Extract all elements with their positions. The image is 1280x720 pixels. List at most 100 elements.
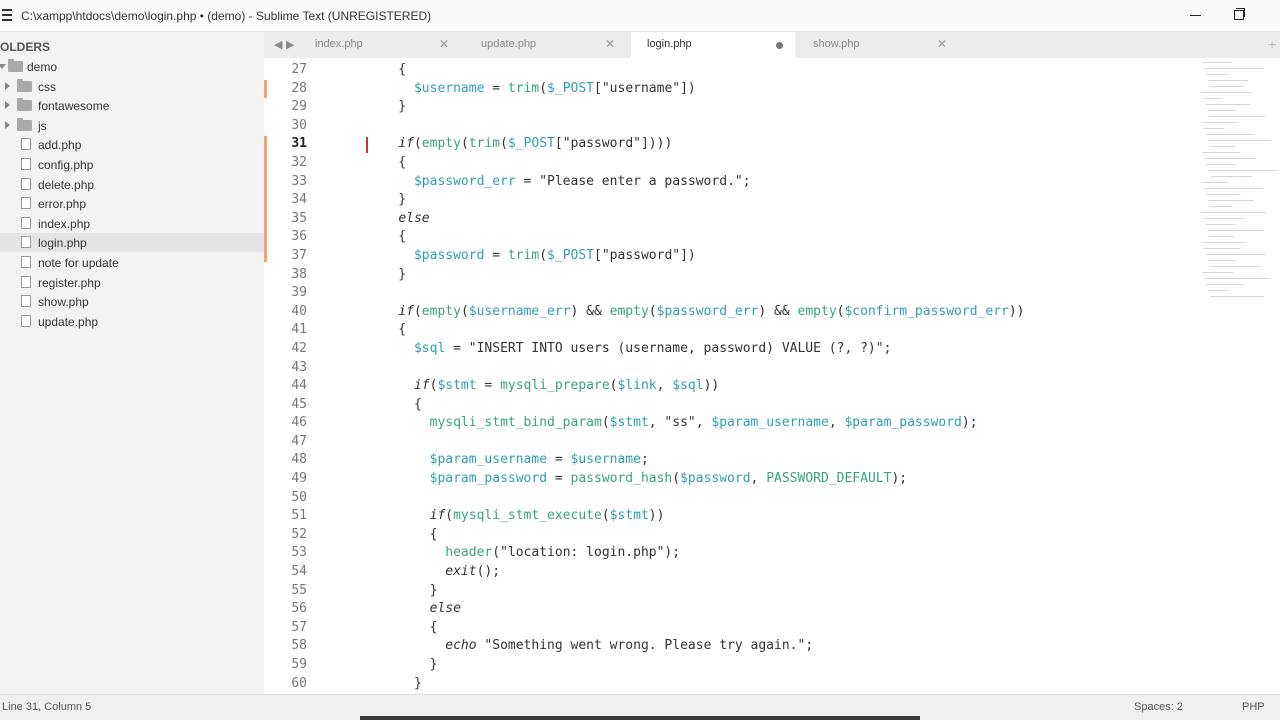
chevron-down-icon[interactable] bbox=[0, 64, 6, 69]
sidebar-file[interactable]: error.php bbox=[0, 194, 264, 213]
sidebar-file[interactable]: note for update bbox=[0, 253, 264, 272]
sidebar-file[interactable]: config.php bbox=[0, 155, 264, 174]
minimap-line bbox=[1202, 92, 1252, 93]
restore-button[interactable] bbox=[1232, 6, 1252, 26]
code-line[interactable]: 46 mysqli_stmt_bind_param($stmt, "ss", $… bbox=[264, 414, 1204, 433]
sidebar-file[interactable]: show.php bbox=[0, 292, 264, 311]
file-icon bbox=[21, 177, 31, 190]
code-line[interactable]: 45 { bbox=[264, 396, 1204, 415]
code-line[interactable]: 40 if(empty($username_err) && empty($pas… bbox=[264, 303, 1204, 322]
tab-index[interactable]: index.php ✕ bbox=[299, 32, 463, 58]
tab-login[interactable]: login.php bbox=[631, 32, 795, 58]
code-line[interactable]: 54 exit(); bbox=[264, 563, 1204, 582]
unsaved-dot-icon[interactable] bbox=[776, 42, 783, 49]
code-line[interactable]: 38 } bbox=[264, 266, 1204, 285]
line-number: 59 bbox=[291, 657, 307, 672]
file-icon bbox=[21, 295, 31, 308]
code-line[interactable]: 42 $sql = "INSERT INTO users (username, … bbox=[264, 340, 1204, 359]
code-editor[interactable]: 27 {28 $username = trim($_POST["username… bbox=[264, 58, 1280, 694]
code-line[interactable]: 30 bbox=[264, 117, 1204, 136]
code-line[interactable]: 28 $username = trim($_POST["username"]) bbox=[264, 80, 1204, 99]
code-line[interactable]: 58 echo "Something went wrong. Please tr… bbox=[264, 637, 1204, 656]
code-line[interactable]: 59 } bbox=[264, 656, 1204, 675]
code-line[interactable]: 50 bbox=[264, 489, 1204, 508]
code-line[interactable]: 33 $password_err = "Please enter a passw… bbox=[264, 173, 1204, 192]
minimap-line bbox=[1208, 200, 1254, 201]
line-number: 38 bbox=[291, 266, 307, 282]
close-icon[interactable]: ✕ bbox=[605, 37, 615, 51]
sidebar-folder-root[interactable]: demo bbox=[0, 57, 264, 76]
syntax-setting[interactable]: PHP bbox=[1242, 701, 1265, 713]
minimap-line bbox=[1204, 248, 1240, 249]
close-icon[interactable]: ✕ bbox=[937, 37, 947, 51]
file-icon bbox=[21, 138, 31, 151]
sidebar-file[interactable]: index.php bbox=[0, 214, 264, 233]
code-line[interactable]: 48 $param_username = $username; bbox=[264, 451, 1204, 470]
line-text: $param_username = $username; bbox=[429, 452, 649, 468]
taskbar-strip bbox=[360, 716, 920, 720]
code-line[interactable]: 35 else bbox=[264, 210, 1204, 229]
code-line[interactable]: 55 } bbox=[264, 582, 1204, 601]
tab-scroll-right-icon[interactable]: ▶ bbox=[286, 38, 294, 51]
minimap-line bbox=[1202, 122, 1238, 123]
new-tab-icon[interactable]: + bbox=[1268, 36, 1276, 52]
code-line[interactable]: 39 bbox=[264, 284, 1204, 303]
code-line[interactable]: 36 { bbox=[264, 228, 1204, 247]
indentation-setting[interactable]: Spaces: 2 bbox=[1134, 701, 1183, 713]
code-line[interactable]: 44 if($stmt = mysqli_prepare($link, $sql… bbox=[264, 377, 1204, 396]
code-line[interactable]: 49 $param_password = password_hash($pass… bbox=[264, 470, 1204, 489]
line-number: 55 bbox=[291, 582, 307, 598]
sidebar-folder[interactable]: fontawesome bbox=[0, 96, 264, 115]
code-line[interactable]: 51 if(mysqli_stmt_execute($stmt)) bbox=[264, 507, 1204, 526]
minimap-line bbox=[1206, 74, 1228, 75]
code-line[interactable]: 41 { bbox=[264, 321, 1204, 340]
line-text: { bbox=[367, 229, 407, 245]
folder-open-icon bbox=[8, 59, 23, 72]
sidebar-file[interactable]: add.php bbox=[0, 135, 264, 154]
code-area[interactable]: 27 {28 $username = trim($_POST["username… bbox=[264, 61, 1204, 693]
line-number: 45 bbox=[291, 396, 307, 412]
window-title: C:\xampp\htdocs\demo\login.php • (demo) … bbox=[21, 9, 432, 23]
tab-update[interactable]: update.php ✕ bbox=[465, 32, 629, 58]
code-line[interactable]: 43 bbox=[264, 359, 1204, 378]
code-line[interactable]: 60 } bbox=[264, 675, 1204, 694]
close-icon[interactable]: ✕ bbox=[439, 37, 449, 51]
line-number: 54 bbox=[291, 564, 307, 580]
tab-show[interactable]: show.php ✕ bbox=[797, 32, 961, 58]
sidebar-file[interactable]: register.php bbox=[0, 273, 264, 292]
minimap-line bbox=[1206, 134, 1254, 135]
minimap-line bbox=[1206, 254, 1266, 255]
chevron-right-icon[interactable] bbox=[5, 101, 10, 110]
sidebar-folder[interactable]: js bbox=[0, 116, 264, 135]
minimap-line bbox=[1208, 170, 1278, 171]
minimap-line bbox=[1206, 224, 1236, 225]
code-line[interactable]: 31 if(empty(trim($_POST["password"]))) bbox=[264, 135, 1204, 154]
code-line[interactable]: 56 else bbox=[264, 600, 1204, 619]
tab-scroll-left-icon[interactable]: ◀ bbox=[274, 38, 282, 51]
tree-item-label: update.php bbox=[38, 314, 99, 329]
minimap-line bbox=[1208, 290, 1228, 291]
code-line[interactable]: 52 { bbox=[264, 526, 1204, 545]
minimize-button[interactable] bbox=[1188, 6, 1208, 26]
code-line[interactable]: 47 bbox=[264, 433, 1204, 452]
chevron-right-icon[interactable] bbox=[5, 81, 10, 90]
code-line[interactable]: 34 } bbox=[264, 191, 1204, 210]
minimap-line bbox=[1206, 164, 1236, 165]
chevron-right-icon[interactable] bbox=[5, 120, 10, 129]
code-line[interactable]: 32 { bbox=[264, 154, 1204, 173]
line-text: { bbox=[367, 526, 438, 542]
minimap[interactable] bbox=[1200, 58, 1280, 318]
tree-item-label: css bbox=[38, 79, 56, 94]
hamburger-menu-icon[interactable] bbox=[2, 9, 12, 21]
code-line[interactable]: 37 $password = trim($_POST["password"]) bbox=[264, 247, 1204, 266]
code-line[interactable]: 57 { bbox=[264, 619, 1204, 638]
tree-item-label: js bbox=[38, 118, 47, 133]
code-line[interactable]: 29 } bbox=[264, 98, 1204, 117]
sidebar-file[interactable]: update.php bbox=[0, 312, 264, 331]
sidebar-file[interactable]: delete.php bbox=[0, 175, 264, 194]
sidebar-folder[interactable]: css bbox=[0, 77, 264, 96]
code-line[interactable]: 27 { bbox=[264, 61, 1204, 80]
sidebar-file[interactable]: login.php bbox=[0, 233, 264, 253]
code-line[interactable]: 53 header("location: login.php"); bbox=[264, 544, 1204, 563]
tab-bar: ◀ ▶ index.php ✕ update.php ✕ login.php show.p… bbox=[264, 32, 1280, 58]
